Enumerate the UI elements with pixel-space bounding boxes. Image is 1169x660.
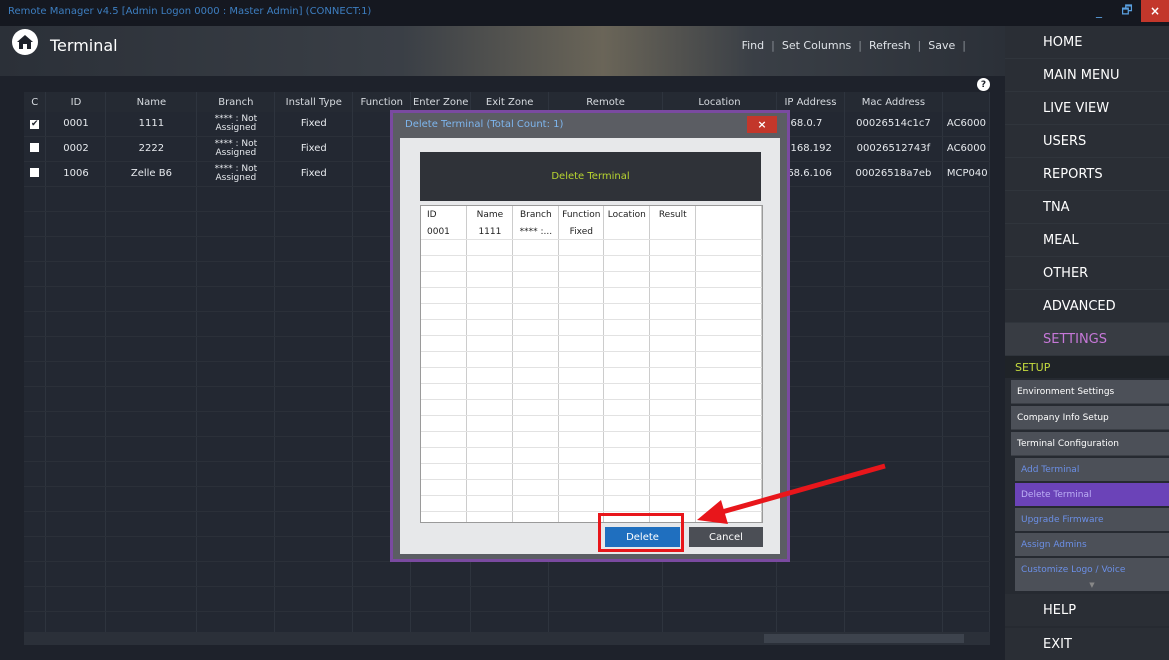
annotation-arrow-icon — [697, 463, 886, 524]
